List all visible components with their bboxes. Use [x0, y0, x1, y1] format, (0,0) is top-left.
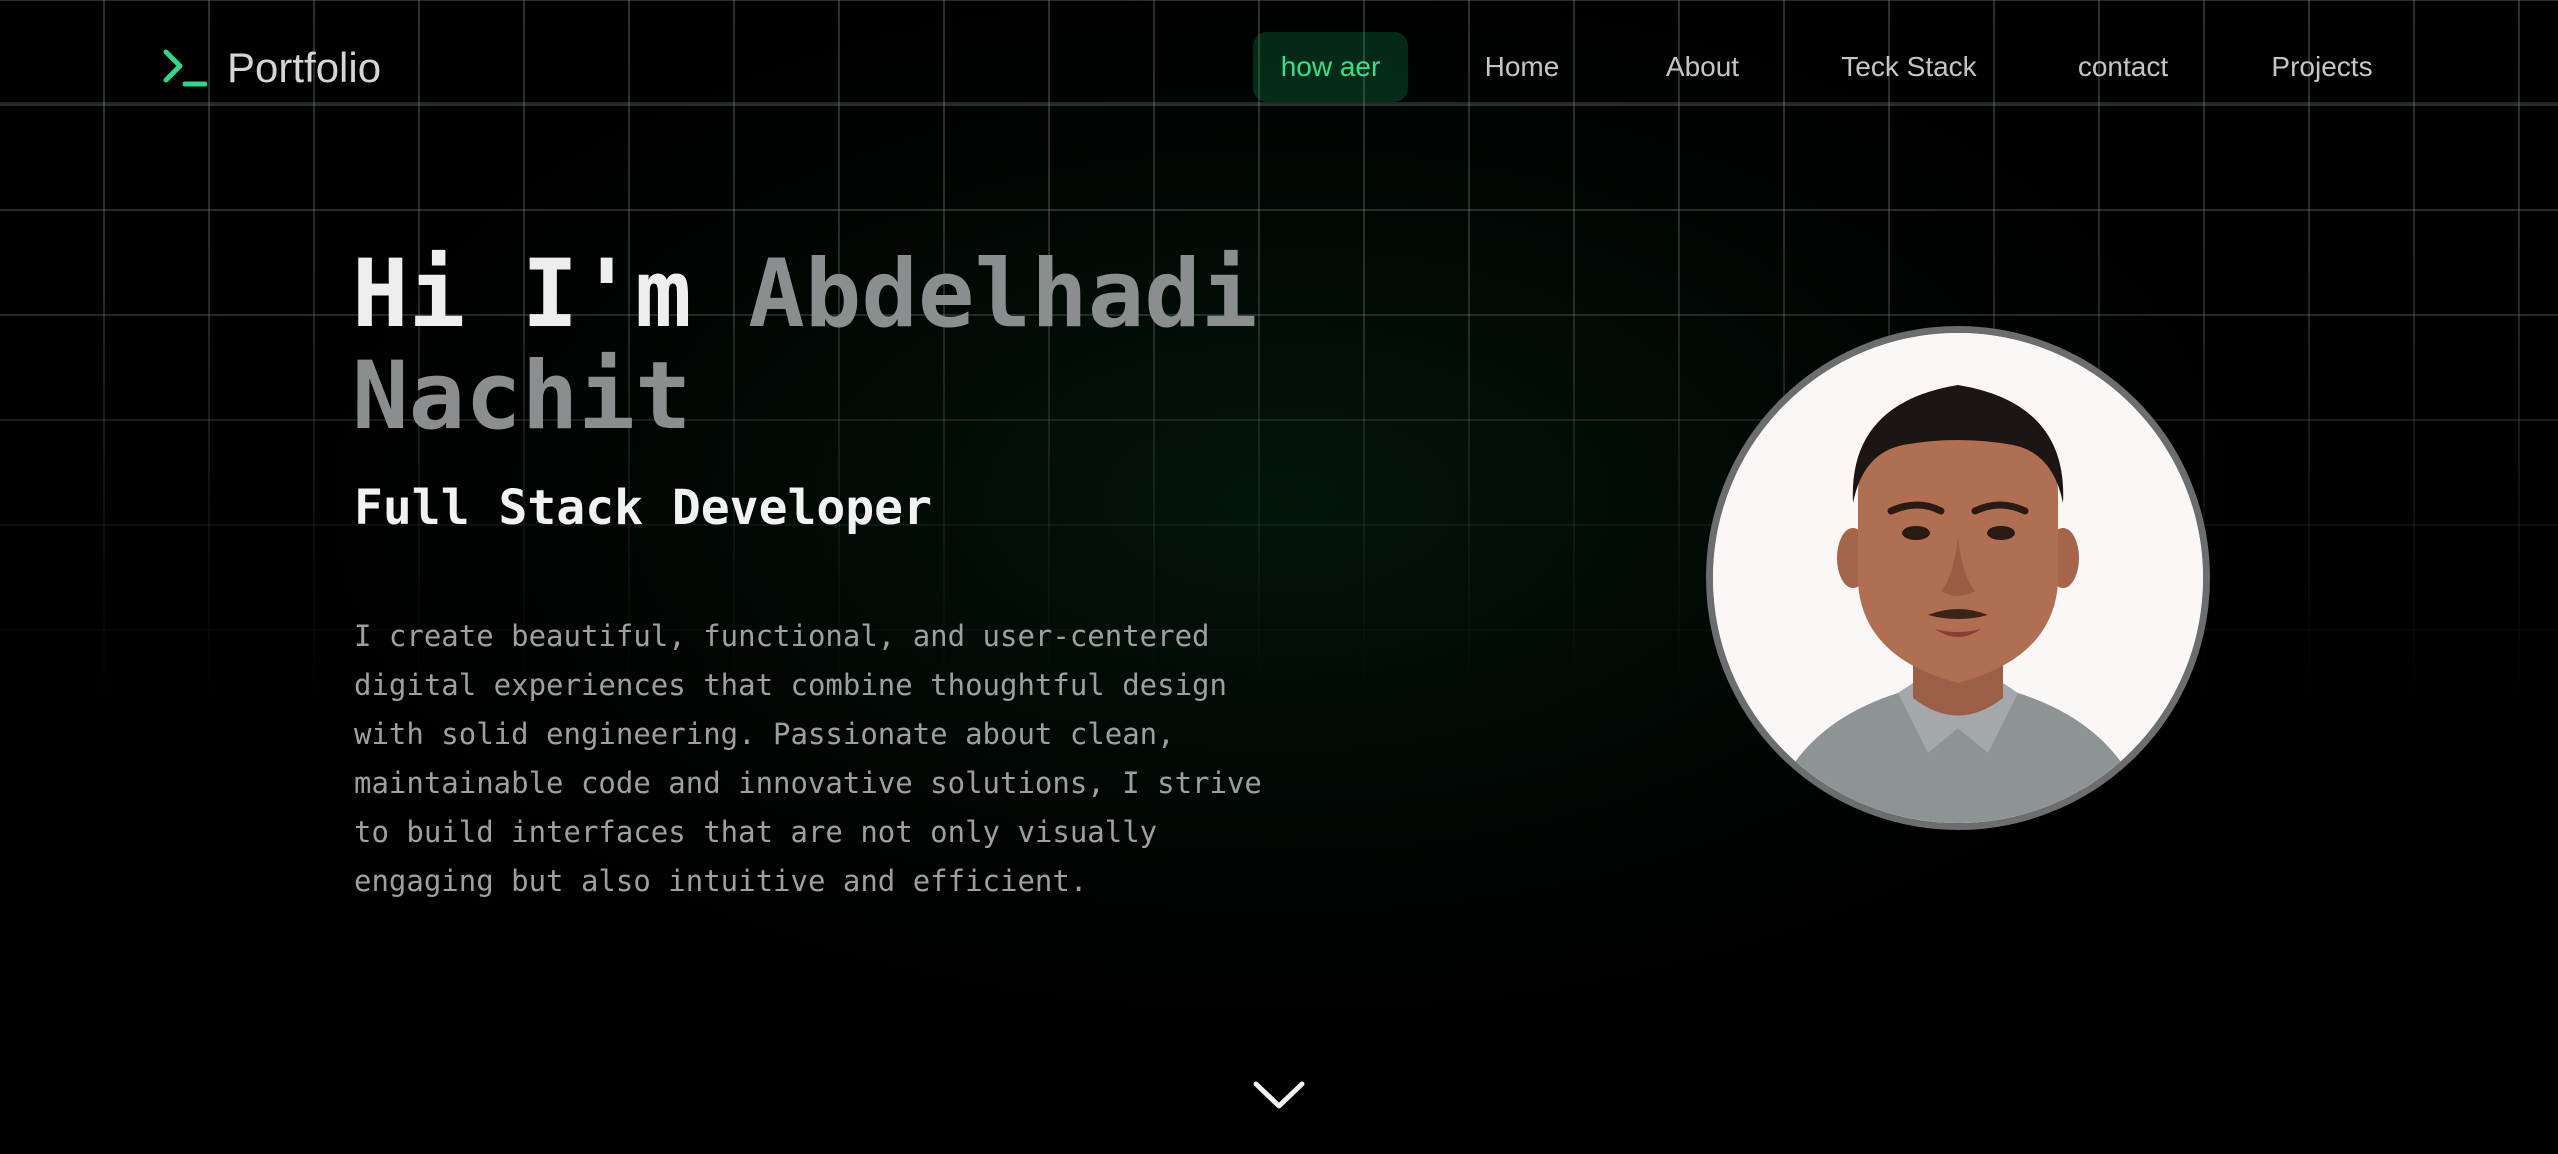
hero-title: Hi I'm Abdelhadi Nachit [352, 244, 1332, 448]
nav-item-home[interactable]: Home [1462, 32, 1582, 102]
nav-item-contact[interactable]: contact [2065, 32, 2181, 102]
nav-item-teck-stack[interactable]: Teck Stack [1832, 32, 1986, 102]
profile-avatar [1706, 326, 2210, 830]
nav-item-projects[interactable]: Projects [2260, 32, 2384, 102]
brand-name: Portfolio [227, 44, 382, 91]
hero-description: I create beautiful, functional, and user… [354, 619, 1262, 898]
chevron-down-icon[interactable] [1252, 1078, 1306, 1112]
hero-role: Full Stack Developer [354, 480, 932, 536]
terminal-prompt-icon [163, 49, 207, 87]
top-navigation-bar: Portfolio how aer Home About Teck Stack … [0, 0, 2558, 104]
hero-name-first: Abdelhadi [748, 240, 1258, 349]
brand-logo[interactable]: Portfolio [163, 40, 381, 96]
nav-item-how-aer[interactable]: how aer [1253, 32, 1408, 102]
nav-item-about[interactable]: About [1645, 32, 1760, 102]
profile-photo [1713, 333, 2203, 823]
hero-name-last: Nachit [352, 342, 692, 451]
hero-greeting: Hi I'm [352, 240, 692, 349]
